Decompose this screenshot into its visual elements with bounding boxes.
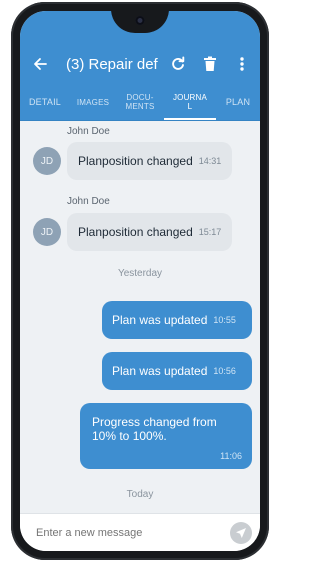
avatar: JD <box>33 147 61 175</box>
phone-frame: (3) Repair defe... <box>11 2 269 560</box>
message-time: 10:56 <box>213 366 236 376</box>
more-menu-button[interactable] <box>230 52 254 76</box>
message-input[interactable] <box>34 525 230 540</box>
tab-documents[interactable]: DOCU- MENTS <box>116 84 164 120</box>
page-title: (3) Repair defe... <box>66 55 158 73</box>
message-text: Planposition changed <box>78 154 193 168</box>
date-separator: Yesterday <box>117 268 163 279</box>
app-bar: (3) Repair defe... <box>20 44 260 84</box>
front-camera <box>135 16 145 25</box>
tab-plan[interactable]: PLAN <box>216 84 260 120</box>
incoming-message: Planposition changed 15:17 <box>67 213 233 251</box>
tab-journal[interactable]: JOURNA L <box>164 84 216 120</box>
tab-images[interactable]: IMAGES <box>70 84 116 120</box>
trash-icon <box>204 56 216 71</box>
outgoing-message: Progress changed from 10% to 100%. 11:06 <box>80 403 252 469</box>
outgoing-message: Plan was updated 10:56 <box>102 352 252 390</box>
outgoing-message: Plan was updated 10:55 <box>102 301 252 339</box>
message-list[interactable]: John Doe JD Planposition changed 14:31 J… <box>20 121 260 513</box>
message-text: Plan was updated <box>112 313 208 327</box>
back-button[interactable] <box>28 52 52 76</box>
delete-button[interactable] <box>198 52 222 76</box>
incoming-message: Planposition changed 14:31 <box>67 142 233 180</box>
tab-detail[interactable]: DETAIL <box>20 84 70 120</box>
message-sender: John Doe <box>67 196 110 207</box>
date-separator: Today <box>126 489 154 500</box>
message-sender: John Doe <box>67 126 110 137</box>
send-button[interactable] <box>230 521 252 544</box>
message-time: 11:06 <box>220 451 242 461</box>
send-icon <box>236 527 246 538</box>
avatar: JD <box>33 218 61 246</box>
arrow-back-icon <box>34 58 47 70</box>
refresh-icon <box>172 56 185 70</box>
message-composer <box>20 513 260 551</box>
message-time: 10:55 <box>213 315 236 325</box>
screen: (3) Repair defe... <box>20 11 260 551</box>
refresh-button[interactable] <box>166 52 190 76</box>
tab-bar: DETAIL IMAGES DOCU- MENTS JOURNA L PLAN <box>20 84 260 121</box>
message-time: 15:17 <box>198 227 222 237</box>
message-text-line-1: Progress changed from <box>92 415 217 429</box>
message-text: Planposition changed <box>78 225 193 239</box>
message-text-line-2: 10% to 100%. <box>92 429 167 443</box>
message-text: Plan was updated <box>112 364 208 378</box>
more-vert-icon <box>240 57 244 71</box>
message-time: 14:31 <box>198 156 222 166</box>
